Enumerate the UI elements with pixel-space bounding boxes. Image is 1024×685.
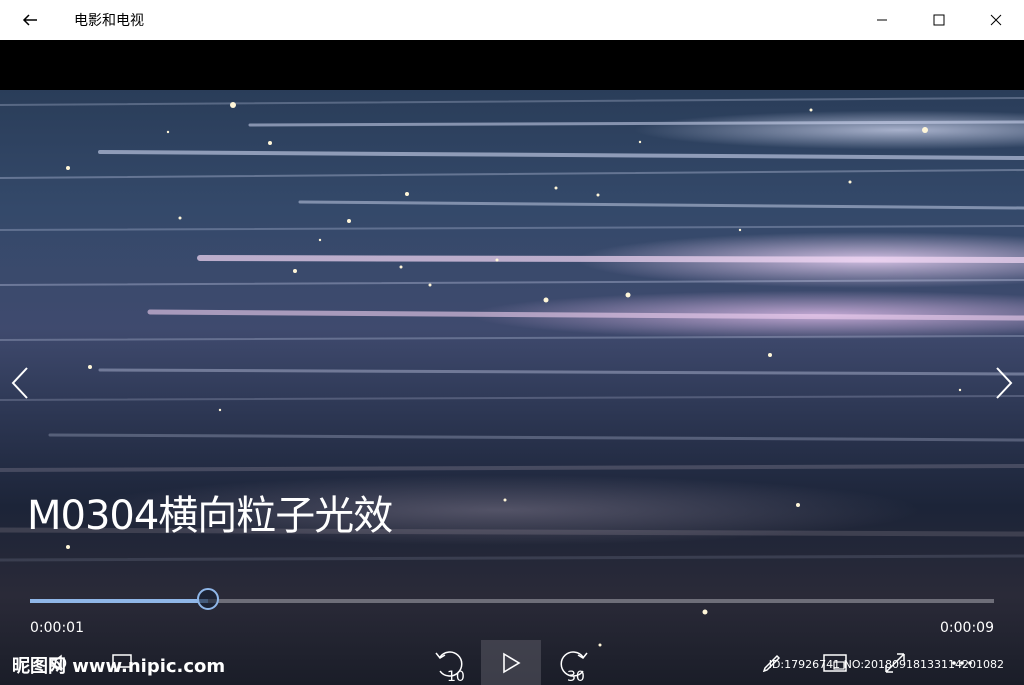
- video-frame-art: [0, 97, 1024, 647]
- seek-bar[interactable]: [30, 588, 994, 610]
- next-video-button[interactable]: [986, 365, 1022, 401]
- video-title: M0304横向粒子光效: [27, 493, 393, 539]
- back-arrow-icon: [22, 14, 37, 26]
- window-controls: [853, 0, 1024, 40]
- skip-forward-icon: 30: [560, 650, 588, 683]
- duration: 0:00:09: [940, 620, 994, 636]
- close-icon: [990, 14, 1001, 26]
- maximize-button[interactable]: [910, 0, 967, 40]
- watermark-id: ID:17926741 NO:20180918133114201082: [768, 658, 1004, 671]
- previous-video-button[interactable]: [2, 365, 38, 401]
- current-time: 0:00:01: [30, 620, 84, 636]
- maximize-icon: [933, 14, 944, 26]
- back-button[interactable]: [0, 0, 60, 40]
- skip-back-label: 10: [447, 669, 465, 683]
- close-button[interactable]: [967, 0, 1024, 40]
- skip-back-button[interactable]: 10: [427, 640, 471, 685]
- seek-bar-fill: [30, 599, 209, 603]
- skip-forward-button[interactable]: 30: [552, 640, 596, 685]
- watermark-site: 昵图网 www.nipic.com: [12, 656, 226, 677]
- title-bar: 电影和电视: [0, 0, 1024, 40]
- chevron-right-icon: [996, 367, 1013, 399]
- play-icon: [503, 652, 521, 673]
- chevron-left-icon: [11, 367, 28, 399]
- skip-forward-label: 30: [567, 669, 585, 683]
- app-title: 电影和电视: [74, 13, 144, 29]
- letterbox-top: [0, 40, 1024, 90]
- minimize-icon: [876, 19, 887, 21]
- minimize-button[interactable]: [853, 0, 910, 40]
- skip-back-icon: 10: [435, 650, 465, 683]
- video-surface[interactable]: M0304横向粒子光效 0:00:01 0:00:09 10 30 昵图网 ww…: [0, 90, 1024, 685]
- play-button[interactable]: [481, 640, 541, 685]
